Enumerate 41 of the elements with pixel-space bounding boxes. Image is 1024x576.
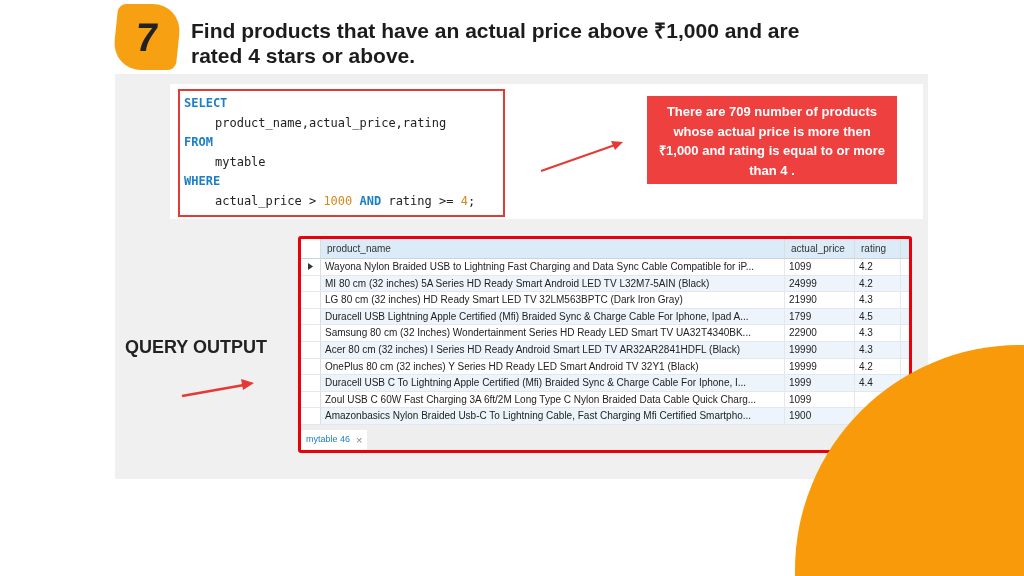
- table-cell: Duracell USB Lightning Apple Certified (Mfi) Braided Sync & Charge Cable For Iphone, Ipad A...: [321, 308, 785, 325]
- table-cell: 24999: [785, 275, 855, 292]
- tab-close-button[interactable]: ×: [356, 431, 363, 449]
- table-cell: 1099: [785, 259, 855, 275]
- table-cell: 21990: [785, 292, 855, 308]
- table-cell: OnePlus 80 cm (32 inches) Y Series HD Ready LED Smart Android TV 32Y1 (Black): [321, 358, 785, 375]
- code-line: FROM: [184, 134, 214, 151]
- code-line: WHERE: [184, 173, 222, 190]
- slide-title: Find products that have an actual price above ₹1,000 and are rated 4 stars or above.: [191, 18, 801, 68]
- table-cell: LG 80 cm (32 inches) HD Ready Smart LED TV 32LM563BPTC (Dark Iron Gray): [321, 292, 785, 308]
- column-header[interactable]: actual_price: [785, 239, 855, 258]
- row-pointer-icon: [308, 263, 313, 271]
- arrow-icon: [180, 379, 255, 399]
- query-output-label: QUERY OUTPUT: [125, 336, 268, 359]
- result-tab[interactable]: mytable 46 ×: [301, 430, 368, 450]
- table-cell: 4.2: [855, 259, 901, 275]
- table-cell: 4.3: [855, 292, 901, 308]
- table-cell: 1799: [785, 308, 855, 325]
- result-callout: There are 709 number of products whose actual price is more then ₹1,000 and rating is equal to or more than 4 .: [647, 96, 897, 184]
- table-cell: 4.3: [855, 325, 901, 341]
- column-header[interactable]: rating: [855, 239, 901, 258]
- row-header-cell[interactable]: [301, 408, 321, 424]
- column-header[interactable]: product_name: [321, 239, 785, 258]
- table-cell: Wayona Nylon Braided USB to Lightning Fast Charging and Data Sync Cable Compatible for iP...: [321, 259, 785, 275]
- tab-label: mytable 46: [306, 433, 351, 447]
- code-line: mytable: [214, 153, 267, 171]
- corner-header-cell[interactable]: [301, 239, 321, 258]
- table-cell: Samsung 80 cm (32 Inches) Wondertainment Series HD Ready LED Smart TV UA32T4340BK...: [321, 325, 785, 341]
- table-cell: MI 80 cm (32 inches) 5A Series HD Ready Smart Android LED TV L32M7-5AIN (Black): [321, 275, 785, 292]
- table-cell: Duracell USB C To Lightning Apple Certified (Mfi) Braided Sync & Charge Cable For Iphone, I...: [321, 375, 785, 391]
- code-line: SELECT: [184, 95, 229, 112]
- table-cell: Zoul USB C 60W Fast Charging 3A 6ft/2M Long Type C Nylon Braided Data Cable Quick Charg...: [321, 391, 785, 408]
- table-cell: 4.2: [855, 275, 901, 292]
- code-line: product_name,actual_price,rating: [214, 114, 448, 132]
- table-cell: 4.5: [855, 308, 901, 325]
- table-cell: Amazonbasics Nylon Braided Usb-C To Lightning Cable, Fast Charging Mfi Certified Smartpho...: [321, 408, 785, 424]
- code-line: actual_price > 1000 AND rating >= 4;: [214, 192, 477, 210]
- table-cell: 22900: [785, 325, 855, 341]
- row-header-cell[interactable]: [301, 375, 321, 391]
- table-cell: Acer 80 cm (32 inches) I Series HD Ready Android Smart LED TV AR32AR2841HDFL (Black): [321, 341, 785, 358]
- arrow-icon: [539, 138, 625, 174]
